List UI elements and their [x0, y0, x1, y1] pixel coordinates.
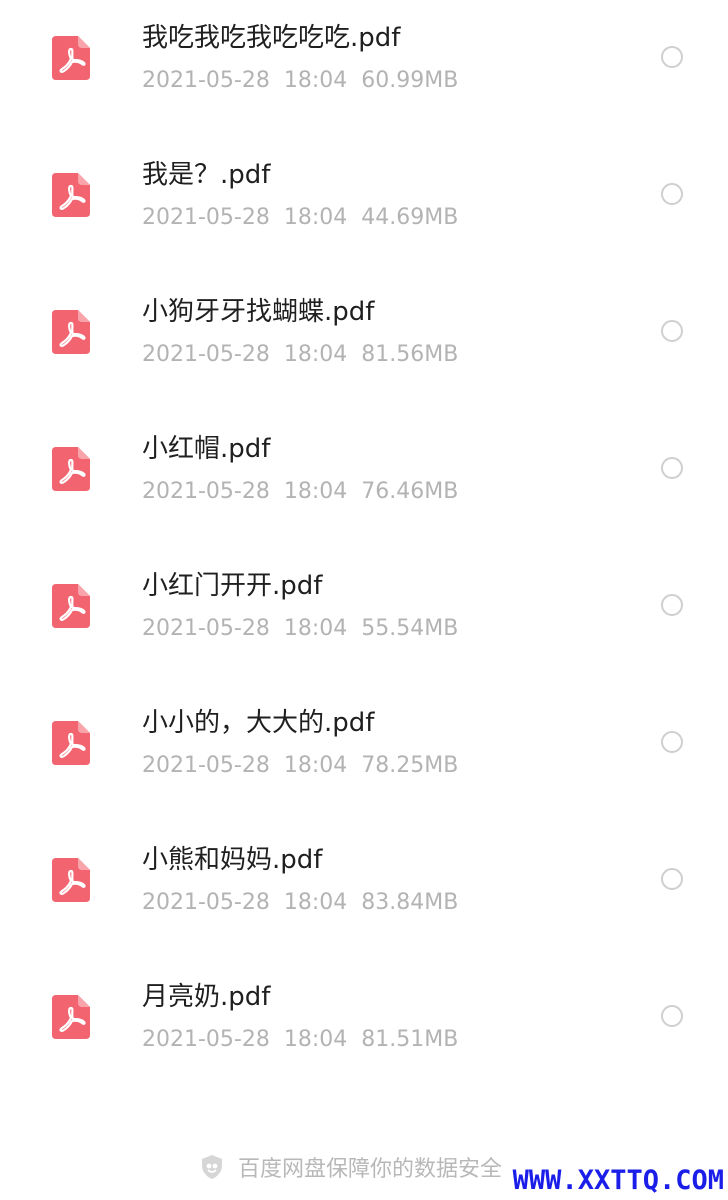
file-size: 60.99MB	[361, 68, 459, 93]
pdf-file-icon	[52, 310, 90, 354]
file-name: 小红门开开.pdf	[142, 571, 323, 601]
file-meta: 2021-05-28 18:04 60.99MB	[142, 68, 472, 94]
file-size: 55.54MB	[361, 616, 459, 641]
pdf-file-icon	[52, 36, 90, 80]
file-size: 81.56MB	[361, 342, 459, 367]
file-meta: 2021-05-28 18:04 44.69MB	[142, 205, 472, 231]
pdf-file-icon	[52, 858, 90, 902]
file-date: 2021-05-28	[142, 616, 270, 641]
select-radio[interactable]	[661, 46, 683, 68]
file-name: 小狗牙牙找蝴蝶.pdf	[142, 297, 375, 327]
file-size: 81.51MB	[361, 1027, 459, 1052]
file-row[interactable]: 小狗牙牙找蝴蝶.pdf 2021-05-28 18:04 81.56MB	[0, 274, 728, 411]
file-meta: 2021-05-28 18:04 78.25MB	[142, 753, 472, 779]
file-date: 2021-05-28	[142, 1027, 270, 1052]
file-row[interactable]: 我吃我吃我吃吃吃.pdf 2021-05-28 18:04 60.99MB	[0, 0, 728, 137]
file-name: 我吃我吃我吃吃吃.pdf	[142, 23, 401, 53]
pdf-file-icon	[52, 173, 90, 217]
select-radio[interactable]	[661, 183, 683, 205]
file-time: 18:04	[283, 205, 348, 230]
file-name: 小红帽.pdf	[142, 434, 271, 464]
select-radio[interactable]	[661, 594, 683, 616]
file-date: 2021-05-28	[142, 890, 270, 915]
file-time: 18:04	[283, 68, 348, 93]
file-row[interactable]: 小熊和妈妈.pdf 2021-05-28 18:04 83.84MB	[0, 822, 728, 959]
pdf-file-icon	[52, 447, 90, 491]
file-name: 月亮奶.pdf	[142, 982, 271, 1012]
shield-icon	[200, 1154, 224, 1180]
pdf-file-icon	[52, 584, 90, 628]
file-row[interactable]: 小小的，大大的.pdf 2021-05-28 18:04 78.25MB	[0, 685, 728, 822]
file-row[interactable]: 小红帽.pdf 2021-05-28 18:04 76.46MB	[0, 411, 728, 548]
file-time: 18:04	[283, 1027, 348, 1052]
select-radio[interactable]	[661, 457, 683, 479]
file-meta: 2021-05-28 18:04 83.84MB	[142, 890, 472, 916]
file-date: 2021-05-28	[142, 205, 270, 230]
file-name: 小熊和妈妈.pdf	[142, 845, 323, 875]
file-meta: 2021-05-28 18:04 81.51MB	[142, 1027, 472, 1053]
file-date: 2021-05-28	[142, 753, 270, 778]
select-radio[interactable]	[661, 1005, 683, 1027]
file-meta: 2021-05-28 18:04 55.54MB	[142, 616, 472, 642]
file-meta: 2021-05-28 18:04 76.46MB	[142, 479, 472, 505]
file-size: 83.84MB	[361, 890, 459, 915]
file-meta: 2021-05-28 18:04 81.56MB	[142, 342, 472, 368]
pdf-file-icon	[52, 721, 90, 765]
file-time: 18:04	[283, 753, 348, 778]
file-row[interactable]: 我是？.pdf 2021-05-28 18:04 44.69MB	[0, 137, 728, 274]
watermark: WWW.XXTTQ.COM	[512, 1165, 724, 1196]
file-time: 18:04	[283, 890, 348, 915]
security-footer: 百度网盘保障你的数据安全	[200, 1152, 502, 1182]
select-radio[interactable]	[661, 731, 683, 753]
file-date: 2021-05-28	[142, 479, 270, 504]
file-name: 小小的，大大的.pdf	[142, 708, 375, 738]
file-size: 78.25MB	[361, 753, 459, 778]
pdf-file-icon	[52, 995, 90, 1039]
file-date: 2021-05-28	[142, 68, 270, 93]
file-row[interactable]: 小红门开开.pdf 2021-05-28 18:04 55.54MB	[0, 548, 728, 685]
file-time: 18:04	[283, 479, 348, 504]
file-size: 76.46MB	[361, 479, 459, 504]
file-size: 44.69MB	[361, 205, 459, 230]
file-name: 我是？.pdf	[142, 160, 271, 190]
file-date: 2021-05-28	[142, 342, 270, 367]
select-radio[interactable]	[661, 320, 683, 342]
footer-text: 百度网盘保障你的数据安全	[238, 1157, 503, 1182]
file-time: 18:04	[283, 342, 348, 367]
file-row[interactable]: 月亮奶.pdf 2021-05-28 18:04 81.51MB	[0, 959, 728, 1096]
select-radio[interactable]	[661, 868, 683, 890]
file-time: 18:04	[283, 616, 348, 641]
